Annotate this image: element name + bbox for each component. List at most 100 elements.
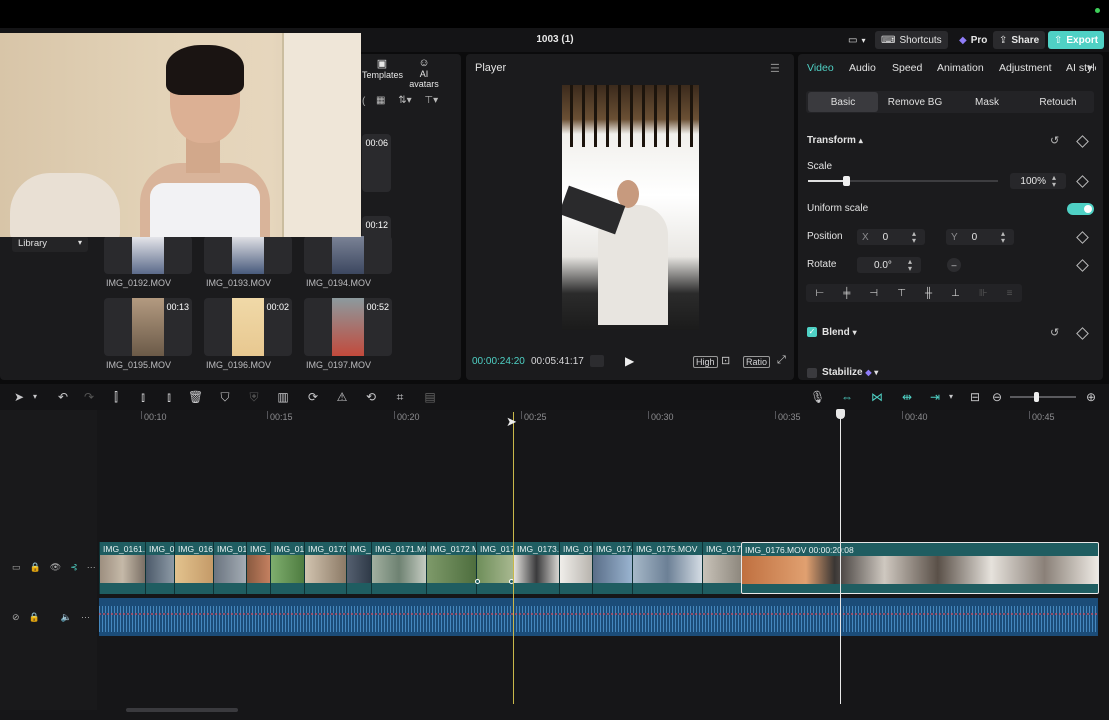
microphone-icon[interactable]: 🎙 xyxy=(810,390,825,404)
menu-icon[interactable]: ☰ xyxy=(770,62,780,75)
timeline-clip[interactable]: IMG_ xyxy=(346,542,371,594)
reset-icon[interactable]: ↺ xyxy=(1050,326,1059,339)
ratio-button[interactable]: Ratio xyxy=(743,356,771,368)
linkage-icon[interactable]: ⇹ xyxy=(898,390,916,404)
uniform-scale-toggle[interactable] xyxy=(1067,203,1094,215)
quality-button[interactable]: High xyxy=(693,356,718,368)
auto-caption-icon[interactable]: ▤ xyxy=(423,390,437,404)
tab-speed[interactable]: Speed xyxy=(892,62,922,74)
tab-adjustment[interactable]: Adjustment xyxy=(999,62,1052,74)
redo-icon[interactable]: ↷ xyxy=(82,390,96,404)
split-right-icon[interactable]: ⫾ xyxy=(162,390,176,404)
blend-checkbox[interactable]: ✓ xyxy=(807,327,817,337)
rotate-dial-icon[interactable]: – xyxy=(947,258,961,272)
subtab-basic[interactable]: Basic xyxy=(808,92,878,112)
stepper-icon[interactable]: ▴ ▾ xyxy=(912,230,916,245)
playhead-handle[interactable] xyxy=(836,409,845,419)
pro-button[interactable]: ◆ Pro xyxy=(953,31,993,49)
freeze-icon[interactable]: ▥ xyxy=(276,390,290,404)
export-button[interactable]: ⇧ Export xyxy=(1048,31,1105,49)
filter-icon[interactable]: ⊤▾ xyxy=(424,95,438,106)
lock-icon[interactable]: 🔒 xyxy=(30,562,41,573)
timeline-clip[interactable]: IMG_01 xyxy=(559,542,592,594)
chevron-down-icon[interactable]: ▾ xyxy=(944,390,958,404)
grid-view-icon[interactable]: ▦ xyxy=(376,95,385,106)
timeline-scrollbar[interactable] xyxy=(126,708,238,712)
more-icon[interactable]: ⋯ xyxy=(87,562,96,573)
align-left-icon[interactable]: ⊢ xyxy=(816,288,825,299)
distribute-h-icon[interactable]: ⊪ xyxy=(979,288,988,299)
timeline-clip[interactable]: IMG_0171.MO xyxy=(371,542,426,594)
timecode-icon[interactable] xyxy=(590,355,604,367)
timeline-clip[interactable]: IMG_0175.MOV xyxy=(632,542,702,594)
subtab-retouch[interactable]: Retouch xyxy=(1023,92,1093,112)
timeline-clip[interactable]: IMG_01 xyxy=(270,542,304,594)
align-center-h-icon[interactable]: ╪ xyxy=(843,288,850,299)
more-icon[interactable]: ⋯ xyxy=(81,612,90,623)
subtab-remove-bg[interactable]: Remove BG xyxy=(880,92,950,112)
reverse-icon[interactable]: ⟳ xyxy=(306,390,320,404)
split-icon[interactable]: ⫿ xyxy=(109,390,123,404)
timeline-clip[interactable]: IMG_01 xyxy=(213,542,246,594)
media-thumb[interactable]: 00:52 xyxy=(304,298,392,356)
timeline-clip[interactable]: IMG_016 xyxy=(174,542,213,594)
timeline-clip[interactable]: IMG_01 xyxy=(145,542,174,594)
scale-slider-track[interactable] xyxy=(808,176,998,186)
playhead-line[interactable] xyxy=(840,412,841,704)
fit-timeline-icon[interactable]: ⊟ xyxy=(968,390,982,404)
distribute-v-icon[interactable]: ≡ xyxy=(1007,288,1013,299)
zoom-out-icon[interactable]: ⊖ xyxy=(990,390,1004,404)
mirror-icon[interactable]: ⚠ xyxy=(335,390,349,404)
stabilize-label[interactable]: Stabilize ◆ ▾ xyxy=(822,367,878,378)
media-thumb-top-1[interactable]: 00:06 xyxy=(362,134,391,192)
timeline-clip[interactable]: IMG_017 xyxy=(476,542,513,594)
tab-ai-avatars[interactable]: ☺ AI avatars xyxy=(404,57,444,89)
timeline-clip[interactable]: IMG_0174 xyxy=(592,542,632,594)
auto-snap-icon[interactable]: ⋈ xyxy=(868,390,886,404)
media-thumb[interactable] xyxy=(304,236,392,274)
share-button[interactable]: ⇪ Share xyxy=(993,31,1046,49)
timeline-clip[interactable]: IMG_0173. xyxy=(513,542,559,594)
align-bottom-icon[interactable]: ⊥ xyxy=(951,288,960,299)
align-center-v-icon[interactable]: ╫ xyxy=(925,288,932,299)
zoom-slider-knob[interactable] xyxy=(1034,392,1039,402)
delete-icon[interactable]: 🗑 xyxy=(188,390,203,404)
audio-waveform-track[interactable] xyxy=(99,598,1098,636)
stepper-icon[interactable]: ▴ ▾ xyxy=(1001,230,1005,245)
timeline-clip-selected[interactable]: IMG_0176.MOV 00:00:20:08 xyxy=(741,542,1099,594)
timeline-clip[interactable]: IMG_0172.M xyxy=(426,542,476,594)
reset-icon[interactable]: ↺ xyxy=(1050,134,1059,147)
rotate-icon[interactable]: ⟲ xyxy=(364,390,378,404)
stabilize-checkbox[interactable] xyxy=(807,368,817,378)
main-track-magnet-icon[interactable]: ⇔ xyxy=(838,390,856,404)
subtab-mask[interactable]: Mask xyxy=(952,92,1022,112)
chevron-down-icon[interactable]: ▾ xyxy=(28,390,42,404)
sort-icon[interactable]: ⇅▾ xyxy=(398,95,411,106)
media-thumb[interactable] xyxy=(104,236,192,274)
tab-audio[interactable]: Audio xyxy=(849,62,876,74)
preview-axis-icon[interactable]: ⇥ xyxy=(926,390,944,404)
blend-label[interactable]: Blend ▾ xyxy=(822,327,857,338)
cover-icon[interactable]: ▭ xyxy=(12,562,21,573)
transform-label[interactable]: Transform ▴ xyxy=(807,135,863,146)
timeline-clip[interactable]: IMG_ xyxy=(246,542,270,594)
eye-icon[interactable]: 👁 xyxy=(50,562,61,573)
shortcuts-button[interactable]: ⌨ Shortcuts xyxy=(875,31,948,49)
crop-icon[interactable]: ⌗ xyxy=(393,390,407,404)
video-preview[interactable] xyxy=(562,85,699,330)
fullscreen-icon[interactable]: ⤢ xyxy=(777,354,786,367)
layout-button[interactable]: ▭ ▾ xyxy=(842,31,871,49)
undo-icon[interactable]: ↶ xyxy=(56,390,70,404)
mark-icon[interactable]: ⛉ xyxy=(218,390,232,404)
tab-animation[interactable]: Animation xyxy=(937,62,984,74)
scale-value-field[interactable]: 100% xyxy=(1010,173,1066,189)
zoom-in-icon[interactable]: ⊕ xyxy=(1084,390,1098,404)
stepper-icon[interactable]: ▴ ▾ xyxy=(1052,174,1056,189)
timeline-clip[interactable]: IMG_0161.M xyxy=(99,542,145,594)
media-thumb[interactable]: 00:13 xyxy=(104,298,192,356)
align-right-icon[interactable]: ⊣ xyxy=(869,288,878,299)
lock-icon[interactable]: 🔒 xyxy=(29,612,40,623)
volume-icon[interactable]: 🔈 xyxy=(61,612,72,623)
tab-templates[interactable]: ▣ Templates xyxy=(362,57,403,80)
keyframe-dot[interactable] xyxy=(475,579,480,584)
